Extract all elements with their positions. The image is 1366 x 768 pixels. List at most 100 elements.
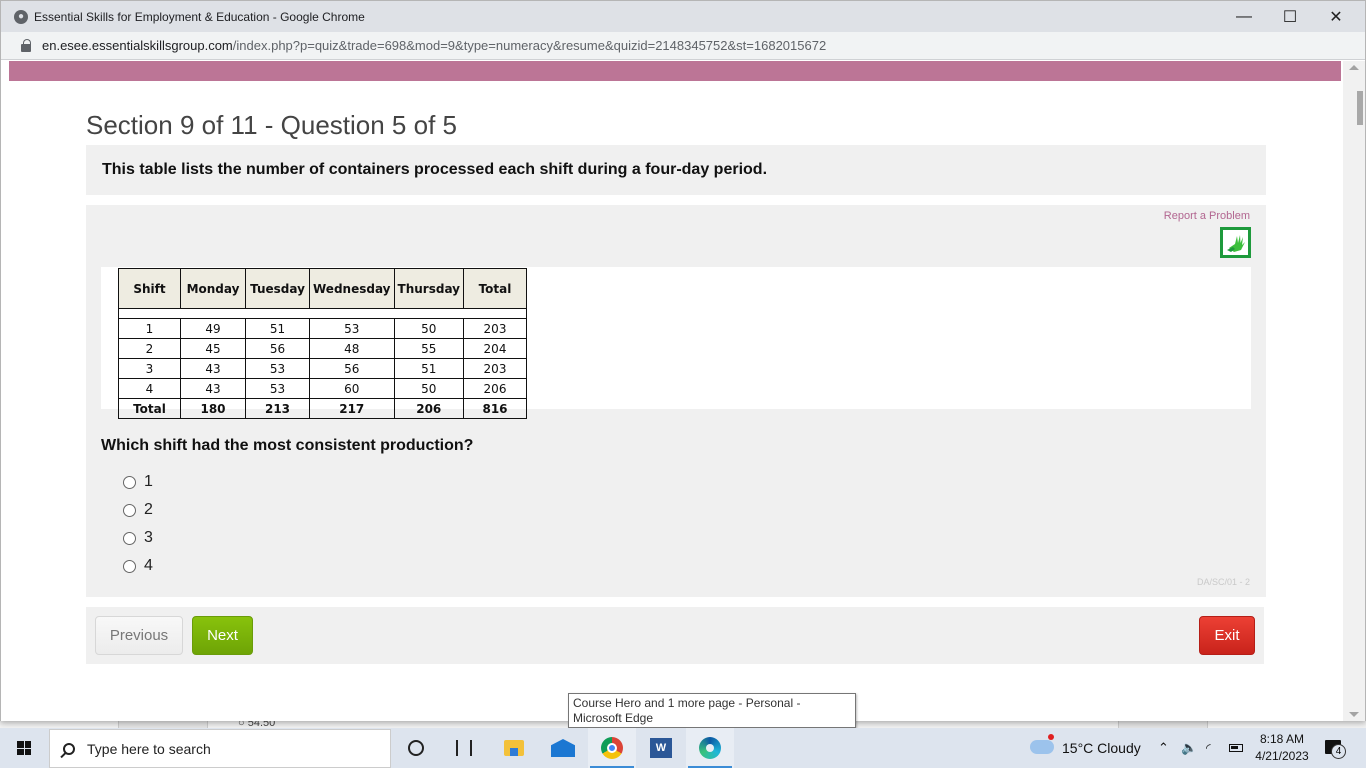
speaker-icon[interactable]: 🔈 (1181, 728, 1197, 768)
table-cell: 50 (393, 378, 465, 399)
option-label[interactable]: 2 (144, 501, 153, 519)
table-cell: 203 (463, 318, 527, 339)
radio-button[interactable] (123, 559, 136, 573)
table-row: 1 49 51 53 50 203 (118, 318, 527, 339)
table-cell: 53 (245, 378, 310, 399)
minimize-button[interactable]: — (1221, 1, 1267, 32)
navigation-panel: Previous Next Exit (86, 607, 1264, 664)
option-label[interactable]: 1 (144, 473, 153, 491)
wifi-icon[interactable]: ◜ (1206, 728, 1211, 768)
table-cell: 53 (245, 358, 310, 379)
table-cell: 204 (463, 338, 527, 359)
popup-browser-window: ● Essential Skills for Employment & Educ… (0, 0, 1366, 721)
header-cell: Thursday (393, 268, 465, 309)
system-clock[interactable]: 8:18 AM 4/21/2023 (1250, 731, 1314, 765)
weather-text[interactable]: 15°C Cloudy (1062, 728, 1141, 768)
mail-button[interactable] (539, 728, 587, 768)
url-text[interactable]: en.esee.essentialskillsgroup.com/index.p… (42, 38, 826, 53)
table-cell: 3 (118, 358, 181, 379)
radio-button[interactable] (123, 531, 136, 545)
table-cell: 4 (118, 378, 181, 399)
hand-sign-icon[interactable] (1220, 227, 1251, 258)
table-cell: 48 (309, 338, 395, 359)
table-cell: 43 (180, 378, 246, 399)
table-cell: 50 (393, 318, 465, 339)
header-cell: Wednesday (309, 268, 395, 309)
task-view-button[interactable] (440, 728, 488, 768)
radio-button[interactable] (123, 475, 136, 489)
page-title: Section 9 of 11 - Question 5 of 5 (86, 110, 457, 140)
containers-table: Shift Monday Tuesday Wednesday Thursday … (118, 268, 527, 419)
edge-icon (699, 737, 721, 759)
table-cell: 43 (180, 358, 246, 379)
report-problem-link[interactable]: Report a Problem (1164, 210, 1250, 222)
show-hidden-icons-icon[interactable]: ⌃ (1158, 728, 1169, 768)
url-path: /index.php?p=quiz&trade=698&mod=9&type=n… (232, 38, 827, 53)
table-cell: 51 (393, 358, 465, 379)
table-cell: 213 (245, 398, 310, 419)
table-cell: 56 (245, 338, 310, 359)
chrome-button[interactable] (588, 728, 636, 768)
table-total-row: Total 180 213 217 206 816 (118, 398, 527, 419)
title-bar: ● Essential Skills for Employment & Educ… (1, 1, 1365, 32)
answer-option-4[interactable]: 4 (123, 552, 153, 580)
table-header-row: Shift Monday Tuesday Wednesday Thursday … (118, 268, 527, 309)
clock-date: 4/21/2023 (1255, 749, 1309, 763)
option-label[interactable]: 3 (144, 529, 153, 547)
scroll-down-arrow-icon[interactable] (1349, 712, 1359, 717)
question-text: Which shift had the most consistent prod… (101, 437, 474, 454)
table-cell: 60 (309, 378, 395, 399)
next-button[interactable]: Next (192, 616, 253, 655)
vertical-scrollbar[interactable] (1343, 61, 1365, 721)
cortana-button[interactable] (392, 728, 440, 768)
table-cell: 2 (118, 338, 181, 359)
table-cell: 217 (309, 398, 395, 419)
address-bar[interactable]: en.esee.essentialskillsgroup.com/index.p… (1, 32, 1365, 60)
chrome-icon (601, 737, 623, 759)
url-domain: en.esee.essentialskillsgroup.com (42, 38, 233, 53)
table-cell: 45 (180, 338, 246, 359)
windows-start-icon[interactable] (17, 741, 31, 755)
table-row: 3 43 53 56 51 203 (118, 358, 527, 379)
exit-button[interactable]: Exit (1199, 616, 1255, 655)
file-explorer-button[interactable] (490, 728, 538, 768)
mail-icon (551, 739, 575, 757)
window-title: Essential Skills for Employment & Educat… (34, 9, 365, 24)
answer-option-1[interactable]: 1 (123, 468, 153, 496)
question-code: DA/SC/01 - 2 (1196, 577, 1250, 587)
answer-option-3[interactable]: 3 (123, 524, 153, 552)
close-button[interactable]: ✕ (1313, 1, 1359, 32)
word-icon: W (650, 738, 672, 758)
data-table-container: Shift Monday Tuesday Wednesday Thursday … (101, 267, 1251, 419)
radio-button[interactable] (123, 503, 136, 517)
folder-icon (504, 740, 524, 756)
table-cell: Total (118, 398, 181, 419)
maximize-button[interactable]: ☐ (1267, 1, 1313, 32)
search-icon (63, 742, 75, 755)
answer-option-2[interactable]: 2 (123, 496, 153, 524)
lock-icon[interactable] (21, 38, 31, 52)
weather-cloud-icon[interactable] (1030, 734, 1054, 754)
question-panel: Report a Problem Shift Monday Tuesday We… (86, 205, 1266, 597)
page-viewport: Section 9 of 11 - Question 5 of 5 This t… (1, 61, 1343, 721)
scroll-up-arrow-icon[interactable] (1349, 65, 1359, 70)
answer-options: 1 2 3 4 (123, 468, 153, 580)
scrollbar-thumb[interactable] (1357, 91, 1363, 125)
previous-button[interactable]: Previous (95, 616, 183, 655)
search-placeholder[interactable]: Type here to search (87, 741, 211, 757)
notification-icon[interactable]: 4 (1325, 740, 1346, 759)
battery-icon[interactable] (1229, 728, 1243, 768)
option-label[interactable]: 4 (144, 557, 153, 575)
taskbar-search-input[interactable]: Type here to search (49, 729, 391, 768)
notification-count: 4 (1331, 744, 1346, 759)
word-button[interactable]: W (637, 728, 685, 768)
table-cell: 816 (463, 398, 527, 419)
table-cell: 53 (309, 318, 395, 339)
header-cell: Shift (118, 268, 181, 309)
table-row: 2 45 56 48 55 204 (118, 338, 527, 359)
edge-button[interactable] (686, 728, 734, 768)
table-cell: 55 (393, 338, 465, 359)
header-cell: Monday (180, 268, 246, 309)
taskbar: Type here to search W 15°C Cloudy ⌃ 🔈 ◜ … (0, 728, 1366, 768)
table-cell: 180 (180, 398, 246, 419)
